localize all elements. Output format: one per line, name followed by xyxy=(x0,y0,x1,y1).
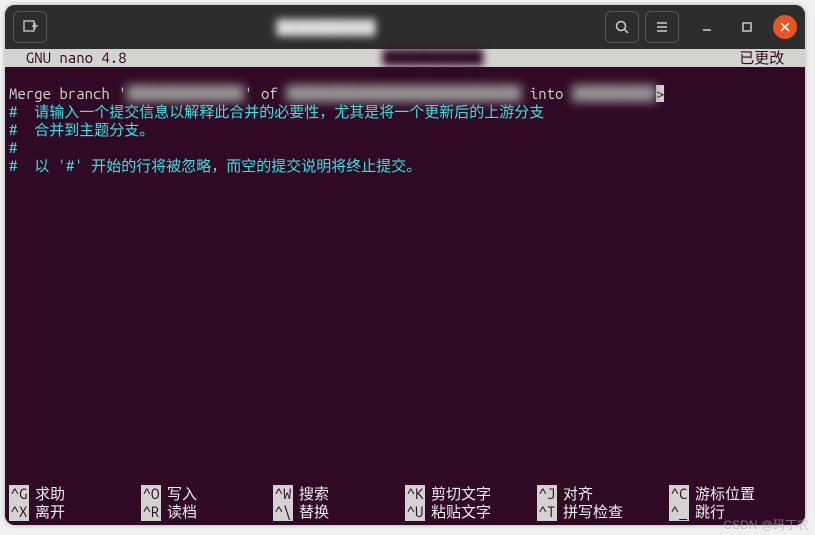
new-tab-button[interactable] xyxy=(13,11,47,43)
watermark: CSDN @码丁农 xyxy=(723,516,809,533)
shortcut-cut: ^K剪切文字 xyxy=(405,485,537,503)
nano-header: GNU nano 4.8 ████████████ 已更改 xyxy=(5,49,805,67)
window-title: ██████████ xyxy=(53,19,599,35)
shortcut-exit: ^X离开 xyxy=(9,503,141,521)
shortcut-help: ^G求助 xyxy=(9,485,141,503)
search-button[interactable] xyxy=(605,11,639,43)
nano-filename: ████████████ xyxy=(127,49,740,67)
close-button[interactable] xyxy=(773,15,797,39)
terminal-area[interactable]: GNU nano 4.8 ████████████ 已更改 Merge bran… xyxy=(5,49,805,525)
merge-line: Merge branch '██████████████' of ███████… xyxy=(9,85,664,102)
shortcut-readfile: ^R读档 xyxy=(141,503,273,521)
hamburger-icon xyxy=(654,19,670,35)
shortcut-search: ^W搜索 xyxy=(273,485,405,503)
comment-line-1: # 请输入一个提交信息以解释此合并的必要性，尤其是将一个更新后的上游分支 xyxy=(9,103,544,120)
shortcut-justify: ^J对齐 xyxy=(537,485,669,503)
nano-status: 已更改 xyxy=(739,49,805,67)
minimize-button[interactable] xyxy=(695,15,719,39)
nano-shortcuts: ^G求助 ^O写入 ^W搜索 ^K剪切文字 ^J对齐 ^C游标位置 ^X离开 ^… xyxy=(9,485,801,521)
minimize-icon xyxy=(700,20,714,34)
search-icon xyxy=(614,19,630,35)
nano-app-name: GNU nano 4.8 xyxy=(5,49,127,67)
shortcut-curpos: ^C游标位置 xyxy=(669,485,801,503)
maximize-icon xyxy=(740,20,754,34)
comment-line-3: # xyxy=(9,139,17,156)
shortcut-writeout: ^O写入 xyxy=(141,485,273,503)
titlebar: ██████████ xyxy=(5,5,805,49)
menu-button[interactable] xyxy=(645,11,679,43)
maximize-button[interactable] xyxy=(735,15,759,39)
shortcut-replace: ^\替换 xyxy=(273,503,405,521)
shortcut-paste: ^U粘贴文字 xyxy=(405,503,537,521)
shortcut-spell: ^T拼写检查 xyxy=(537,503,669,521)
comment-line-2: # 合并到主题分支。 xyxy=(9,121,154,138)
comment-line-4: # 以 '#' 开始的行将被忽略，而空的提交说明将终止提交。 xyxy=(9,157,421,174)
editor-content[interactable]: Merge branch '██████████████' of ███████… xyxy=(5,67,805,175)
close-icon xyxy=(779,21,791,33)
new-tab-icon xyxy=(22,19,38,35)
terminal-window: ██████████ xyxy=(5,5,805,525)
